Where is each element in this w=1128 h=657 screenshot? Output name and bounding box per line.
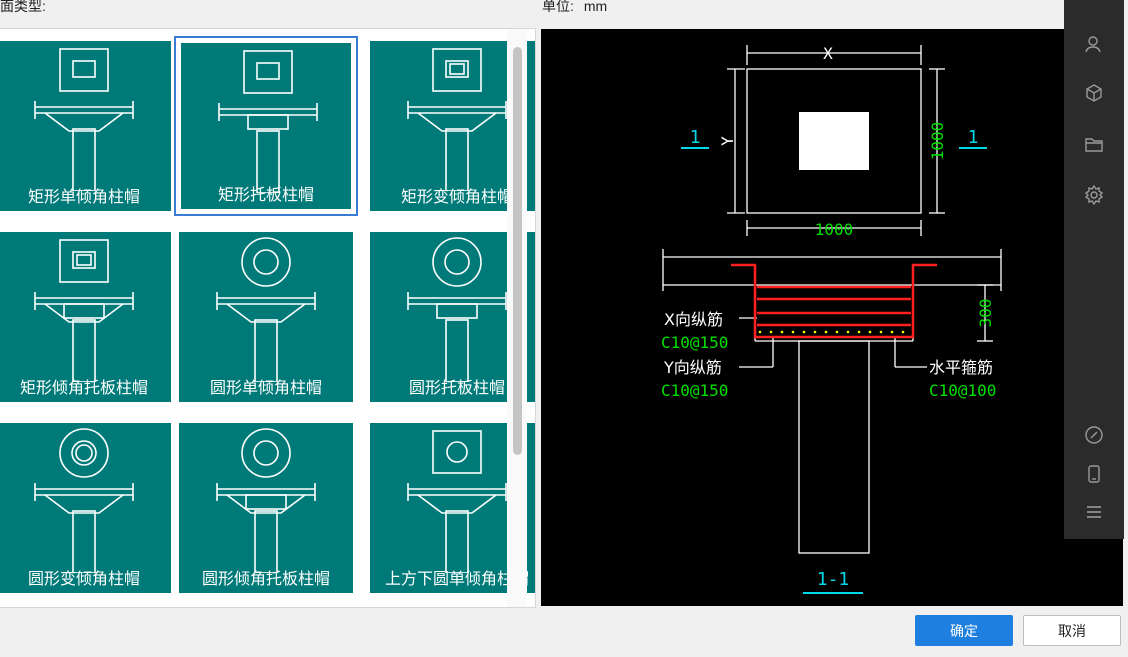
stirrup-label: 水平箍筋 [929, 358, 993, 377]
option-card: 矩形单倾角柱帽 [0, 41, 171, 211]
stirrup-dot [835, 330, 839, 334]
option-card: 圆形单倾角柱帽 [179, 232, 353, 402]
stirrup-dot [824, 330, 828, 334]
stirrup-dot [780, 330, 784, 334]
section-shape-icon [218, 50, 318, 193]
stirrup-dot [802, 330, 806, 334]
option-card: 矩形倾角托板柱帽 [0, 232, 171, 402]
stirrup-dot [868, 330, 872, 334]
option-card: 圆形变倾角柱帽 [0, 423, 171, 593]
dim-height-text: 1000 [928, 122, 947, 161]
stirrup-dot [791, 330, 795, 334]
user-icon[interactable] [1082, 32, 1106, 56]
unit-value: mm [583, 0, 608, 14]
x-rebar-value: C10@150 [661, 333, 728, 352]
stirrup-value: C10@100 [929, 381, 996, 400]
section-option[interactable]: 圆形单倾角柱帽 [175, 228, 357, 406]
stirrup-dot [813, 330, 817, 334]
cube-icon[interactable] [1082, 81, 1106, 105]
section-shape-icon [34, 48, 134, 191]
settings-icon[interactable] [1082, 183, 1106, 207]
dim-y-text: Y [718, 136, 737, 146]
option-label: 矩形托板柱帽 [217, 185, 314, 204]
section-mark-right: 1 [968, 127, 979, 148]
section-title: 1-1 [817, 569, 850, 590]
section-shape-icon [216, 428, 316, 573]
section-shape-icon [34, 428, 134, 573]
section-mark-left: 1 [690, 127, 701, 148]
stirrup-dot [857, 330, 861, 334]
stirrup-dots [758, 330, 905, 334]
stirrup-dot [901, 330, 905, 334]
section-option[interactable]: 矩形单倾角柱帽 [0, 37, 175, 215]
dim-x-text: X [823, 44, 833, 63]
section-shape-icon [216, 237, 316, 382]
side-toolbar [1064, 0, 1124, 539]
unit-label: 单位: [542, 0, 574, 14]
option-label: 矩形倾角托板柱帽 [19, 378, 148, 397]
y-rebar-value: C10@150 [661, 381, 728, 400]
section-gallery: 矩形单倾角柱帽 矩形托板柱帽 矩形变倾角柱帽 矩形倾角托板柱帽 圆形单倾角柱帽 圆形托板柱… [0, 28, 536, 608]
dim-width-text: 1000 [815, 220, 854, 239]
menu-icon[interactable] [1082, 500, 1106, 524]
plan-column [799, 112, 869, 170]
option-label: 圆形变倾角柱帽 [27, 569, 140, 588]
cancel-button[interactable]: 取消 [1023, 615, 1121, 646]
stirrup-dot [846, 330, 850, 334]
option-label: 圆形单倾角柱帽 [209, 378, 322, 397]
section-option[interactable]: 圆形倾角托板柱帽 [175, 419, 357, 597]
option-label: 圆形倾角托板柱帽 [201, 569, 330, 588]
option-card: 矩形托板柱帽 [179, 41, 353, 211]
stirrup-dot [879, 330, 883, 334]
phone-icon[interactable] [1082, 462, 1106, 486]
scrollbar-thumb[interactable] [513, 47, 522, 455]
rebar-cage [731, 263, 937, 339]
option-card: 圆形倾角托板柱帽 [179, 423, 353, 593]
section-type-label: 截面类型: [0, 0, 46, 14]
section-option[interactable]: 圆形变倾角柱帽 [0, 419, 175, 597]
dim-depth-text: 300 [976, 299, 995, 328]
y-rebar-label: Y向纵筋 [663, 358, 722, 377]
stirrup-dot [890, 330, 894, 334]
x-rebar-label: X向纵筋 [664, 310, 723, 329]
section-option[interactable]: 矩形倾角托板柱帽 [0, 228, 175, 406]
stirrup-dot [769, 330, 773, 334]
gallery-scrollbar[interactable] [507, 29, 527, 607]
section-shape-icon [34, 239, 134, 382]
folder-icon[interactable] [1082, 132, 1106, 156]
preview-drawing: X Y 1000 1000 1 1 300 X向纵筋 C10@150 Y向纵筋 … [661, 44, 1002, 594]
unit-label-group: 单位: mm [542, 0, 607, 16]
option-label: 矩形单倾角柱帽 [27, 187, 140, 206]
section-option[interactable]: 矩形托板柱帽 [174, 36, 358, 216]
ok-button[interactable]: 确定 [915, 615, 1013, 646]
stirrup-dot [758, 330, 762, 334]
section-preview: X Y 1000 1000 1 1 300 X向纵筋 C10@150 Y向纵筋 … [541, 29, 1123, 606]
link-icon[interactable] [1082, 423, 1106, 447]
